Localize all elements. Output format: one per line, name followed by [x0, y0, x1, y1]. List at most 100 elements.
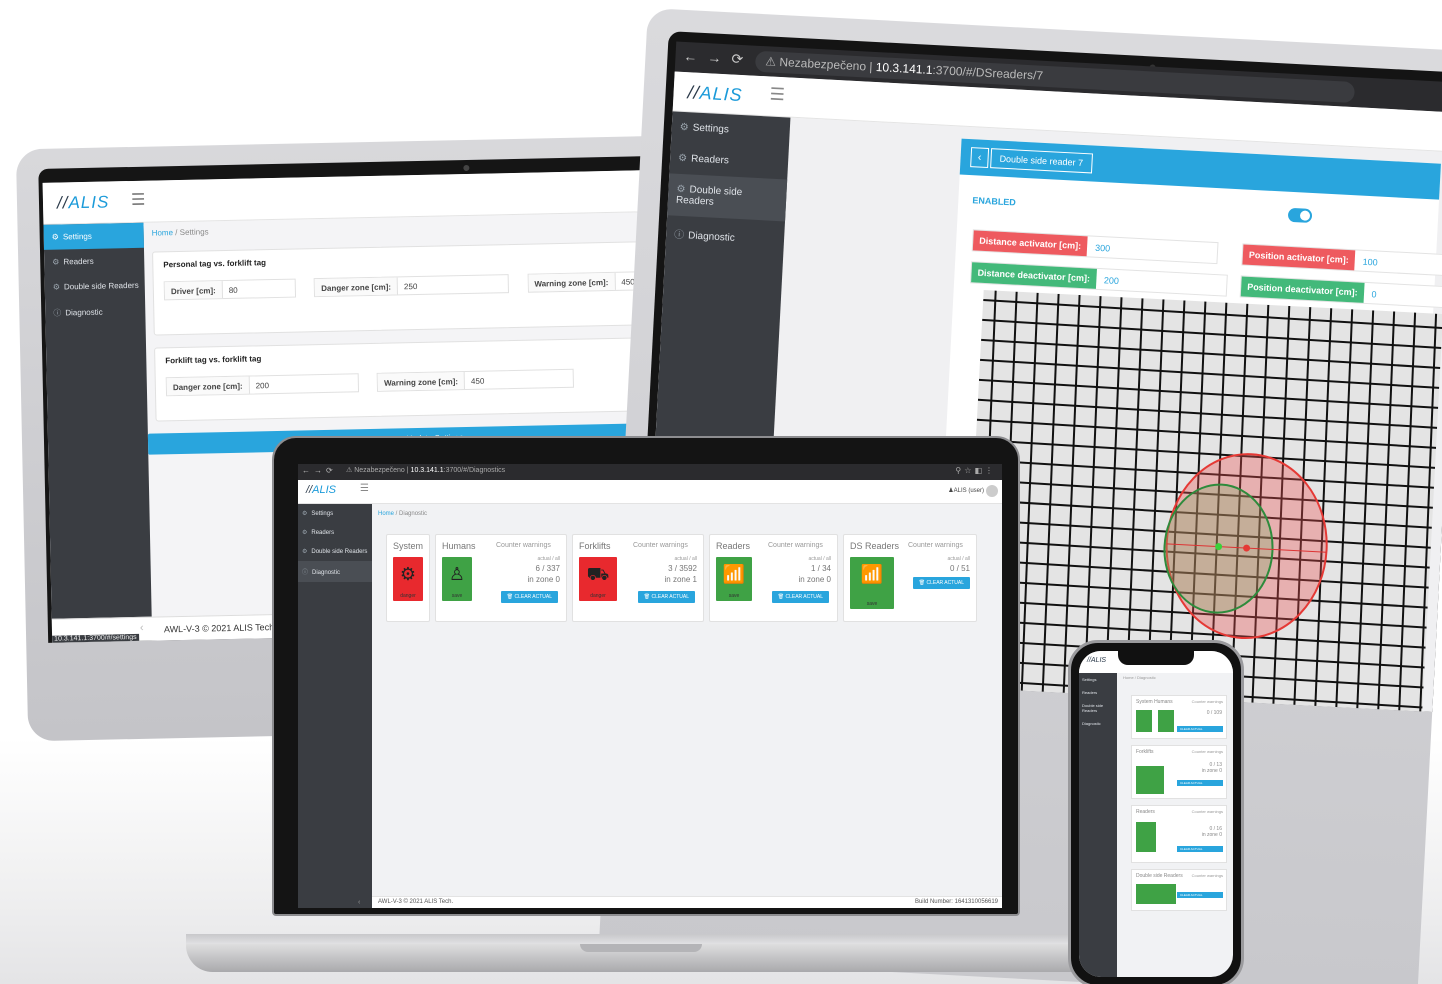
- card-name: System: [393, 541, 424, 551]
- field-value[interactable]: 450: [465, 370, 573, 389]
- sidebar-item-readers[interactable]: ⚙ Readers: [298, 523, 372, 542]
- forklift-warning-zone-field[interactable]: Warning zone [cm]: 450: [376, 368, 575, 392]
- gear-icon: ⚙: [302, 549, 308, 555]
- sidebar-item-readers[interactable]: ⚙ Readers: [44, 248, 145, 275]
- avatar[interactable]: [986, 485, 998, 497]
- breadcrumb-separator: /: [175, 228, 178, 238]
- breadcrumb: Home / Diagnostic: [378, 511, 428, 517]
- url-host: 10.3.141.1: [875, 60, 933, 77]
- position-activator-field[interactable]: Position activator [cm]: 100: [1241, 243, 1442, 279]
- card-name: Readers: [716, 541, 751, 551]
- field-value[interactable]: 100: [1354, 250, 1442, 277]
- field-value[interactable]: 200: [249, 374, 357, 393]
- card-name: Double side Readers: [1136, 873, 1183, 879]
- build-number: Build Number: 1641310056619: [914, 899, 998, 905]
- breadcrumb-current: Settings: [179, 227, 209, 237]
- sidebar-item-readers[interactable]: Readers: [1079, 686, 1117, 699]
- footer-version: AWL-V-3 © 2021 ALIS Tech.: [378, 899, 454, 905]
- forklift-icon: [1136, 766, 1164, 794]
- system-humans-card: System Humans Counter warnings 0 / 109 C…: [1131, 695, 1227, 739]
- card-name: Humans: [442, 541, 476, 551]
- field-value[interactable]: 250: [398, 275, 508, 294]
- browser-nav-icons[interactable]: ←→⟳: [683, 48, 753, 69]
- alis-logo[interactable]: //ALIS: [57, 192, 110, 213]
- breadcrumb-home-link[interactable]: Home: [378, 511, 394, 517]
- product-showcase: //ALIS ☰ ⚙ Settings ⚙ Readers ⚙ Double side…: [0, 0, 1442, 984]
- sidebar: Settings Readers Double side Readers Dia…: [1079, 673, 1117, 977]
- sidebar-item-diagnostic[interactable]: ⓘ Diagnostic: [665, 215, 785, 256]
- enabled-toggle[interactable]: [1287, 207, 1313, 224]
- clear-actual-button[interactable]: CLEAR ACTUAL: [1177, 780, 1223, 786]
- alis-logo[interactable]: //ALIS: [687, 82, 743, 106]
- alis-logo[interactable]: //ALIS: [306, 484, 336, 496]
- sidebar-item-settings[interactable]: ⚙ Settings: [298, 504, 372, 523]
- counter-label: Counter warnings: [1191, 749, 1223, 754]
- field-label: Distance activator [cm]:: [972, 230, 1088, 257]
- clear-actual-button[interactable]: 🗑 CLEAR ACTUAL: [912, 577, 970, 589]
- clear-actual-button[interactable]: 🗑 CLEAR ACTUAL: [771, 591, 829, 603]
- field-label: Warning zone [cm]:: [528, 272, 616, 292]
- sidebar-item-settings[interactable]: ⚙ Settings: [43, 222, 144, 250]
- browser-nav-icons[interactable]: ←→⟳: [302, 466, 337, 475]
- footer-version: AWL-V-3 © 2021 ALIS Tech.: [163, 622, 277, 635]
- hamburger-menu-icon[interactable]: ☰: [360, 483, 369, 494]
- counter-stat: actual / all 0 / 51: [947, 556, 970, 573]
- security-warning: Nezabezpečeno: [354, 467, 405, 474]
- danger-zone-field[interactable]: Danger zone [cm]: 250: [313, 274, 510, 298]
- sidebar-item-settings[interactable]: Settings: [1079, 673, 1117, 686]
- sidebar-item-diagnostic[interactable]: Diagnostic: [1079, 717, 1117, 730]
- status-text: save: [451, 593, 463, 599]
- gear-icon: ⚙: [676, 183, 686, 196]
- sidebar: ⚙ Settings ⚙ Readers ⚙ Double side Readers …: [298, 504, 372, 908]
- top-bar: //ALIS ☰: [42, 168, 718, 225]
- clear-actual-button[interactable]: 🗑 CLEAR ACTUAL: [500, 591, 558, 603]
- counter-stat: actual / all 6 / 337 in zone 0: [527, 556, 560, 584]
- driver-field[interactable]: Driver [cm]: 80: [163, 278, 296, 301]
- field-value[interactable]: 0: [1363, 283, 1442, 310]
- field-label: Warning zone [cm]:: [377, 372, 466, 391]
- clear-actual-button[interactable]: CLEAR ACTUAL: [1177, 846, 1223, 852]
- system-gears-icon: [1136, 710, 1152, 732]
- distance-activator-field[interactable]: Distance activator [cm]: 300: [971, 229, 1219, 265]
- field-value[interactable]: 200: [1095, 269, 1226, 296]
- user-menu[interactable]: ♟ALIS (user): [948, 487, 984, 494]
- browser-toolbar-icons[interactable]: ⚲☆◧⋮: [955, 466, 996, 475]
- sidebar-item-diagnostic[interactable]: ⓘ Diagnostic: [45, 298, 146, 327]
- hamburger-menu-icon[interactable]: ☰: [769, 84, 785, 105]
- sidebar-item-double-side-readers[interactable]: ⚙ Double side Readers: [45, 273, 146, 300]
- sidebar-item-double-side-readers[interactable]: ⚙ Double side Readers: [298, 542, 372, 561]
- url-path: :3700/#/Diagnostics: [443, 467, 506, 474]
- field-value[interactable]: 300: [1087, 236, 1218, 263]
- warning-icon: ⚠: [346, 467, 355, 474]
- sidebar-item-double-side-readers[interactable]: Double side Readers: [1079, 699, 1117, 717]
- warning-icon: ⚠: [765, 54, 780, 69]
- sidebar-item-diagnostic[interactable]: ⓘ Diagnostic: [298, 561, 372, 582]
- enabled-label: ENABLED: [972, 195, 1017, 208]
- field-label: Distance deactivator [cm]:: [971, 262, 1097, 289]
- field-label: Danger zone [cm]:: [315, 277, 399, 297]
- collapse-sidebar-icon[interactable]: ‹: [358, 899, 360, 906]
- address-bar[interactable]: ⚠ Nezabezpečeno | 10.3.141.1:3700/#/Diag…: [346, 466, 505, 474]
- breadcrumb-home-link[interactable]: Home: [152, 228, 174, 237]
- counter-stat: 0 / 16 in zone 0: [1201, 826, 1222, 838]
- field-value[interactable]: 80: [223, 280, 295, 299]
- alis-logo[interactable]: //ALIS: [1087, 657, 1106, 664]
- gear-icon: ⚙: [302, 511, 308, 517]
- clear-actual-button[interactable]: CLEAR ACTUAL: [1177, 892, 1223, 898]
- back-chevron-icon[interactable]: ‹: [970, 147, 990, 169]
- field-label: Driver [cm]:: [164, 281, 223, 300]
- router-icon: 📶 save: [716, 557, 752, 601]
- forklift-danger-zone-field[interactable]: Danger zone [cm]: 200: [165, 373, 359, 397]
- hamburger-menu-icon[interactable]: ☰: [131, 190, 146, 210]
- grid-line-vertical: [1353, 310, 1375, 713]
- grid-line-vertical: [1332, 309, 1354, 713]
- clear-actual-button[interactable]: 🗑 CLEAR ACTUAL: [637, 591, 695, 603]
- counter-label: Counter warnings: [1191, 699, 1223, 704]
- grid-line-vertical: [1374, 311, 1396, 713]
- collapse-sidebar-icon[interactable]: ‹: [140, 622, 144, 634]
- camera-dot: [463, 164, 470, 172]
- clear-actual-button[interactable]: CLEAR ACTUAL: [1177, 726, 1223, 732]
- readers-card: Readers Counter warnings 📶 save actual / …: [709, 534, 838, 622]
- sidebar-item-double-side-readers[interactable]: ⚙ Double side Readers: [667, 173, 788, 222]
- counter-stat: actual / all 1 / 34 in zone 0: [798, 556, 831, 584]
